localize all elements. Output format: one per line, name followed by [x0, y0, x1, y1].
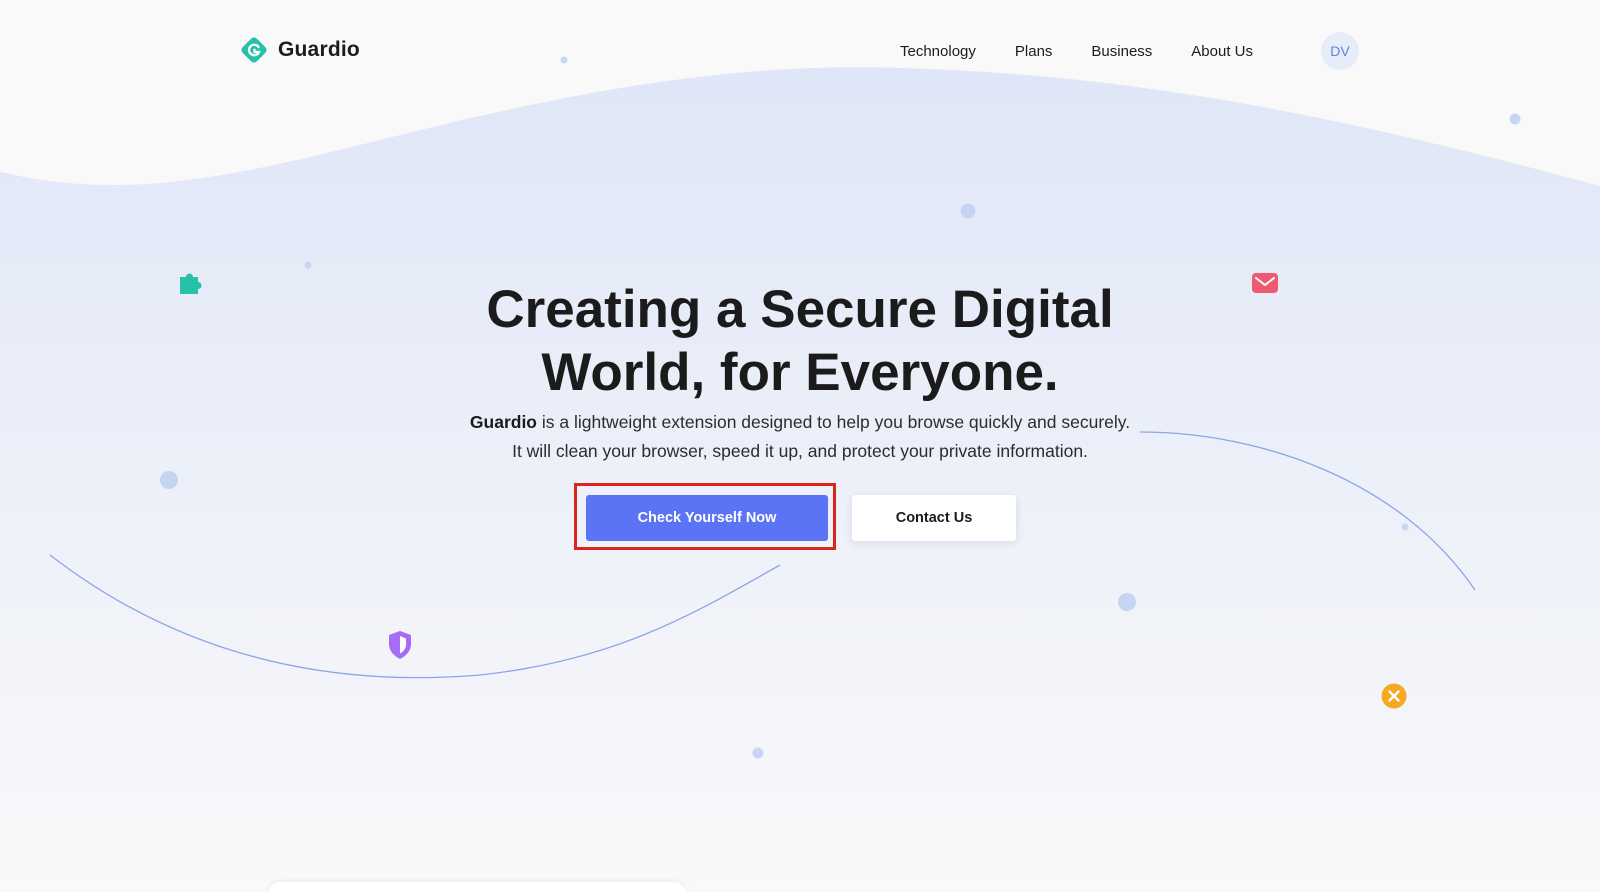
hero-title-line2: World, for Everyone. — [541, 343, 1059, 402]
logo[interactable]: Guardio — [238, 34, 360, 66]
nav-plans[interactable]: Plans — [1015, 38, 1053, 66]
check-yourself-now-button[interactable]: Check Yourself Now — [586, 495, 828, 541]
hero-subtitle-brand: Guardio — [469, 412, 537, 432]
main-nav: Technology Plans Business About Us — [900, 38, 1292, 66]
landing-page: Guardio Technology Plans Business About … — [0, 0, 1600, 892]
close-circle-icon — [1381, 683, 1407, 709]
decor-dot — [160, 471, 178, 489]
nav-business[interactable]: Business — [1091, 38, 1152, 66]
decor-dot — [1118, 593, 1136, 611]
guardio-logo-icon — [241, 37, 267, 63]
decor-dot — [1509, 113, 1521, 125]
decor-dot — [304, 261, 312, 269]
decor-dot — [752, 747, 764, 759]
shield-icon — [389, 631, 411, 659]
contact-us-button[interactable]: Contact Us — [852, 495, 1016, 541]
decor-dot — [560, 56, 568, 64]
hero-subtitle-line1-rest: is a lightweight extension designed to h… — [537, 412, 1131, 432]
nav-about-us[interactable]: About Us — [1191, 38, 1253, 66]
hero-title-line1: Creating a Secure Digital — [486, 280, 1114, 339]
hero-subtitle: Guardio is a lightweight extension desig… — [0, 408, 1600, 466]
bottom-card-peek — [268, 882, 686, 892]
hero-subtitle-line1: Guardio is a lightweight extension desig… — [0, 408, 1600, 437]
hero-title: Creating a Secure Digital World, for Eve… — [0, 278, 1600, 404]
user-avatar[interactable]: DV — [1321, 32, 1359, 70]
decor-dot — [1401, 523, 1409, 531]
nav-technology[interactable]: Technology — [900, 38, 976, 66]
hero-subtitle-line2: It will clean your browser, speed it up,… — [512, 441, 1088, 461]
decor-dot — [960, 203, 976, 219]
logo-text: Guardio — [278, 38, 360, 61]
background-wave — [0, 67, 1600, 892]
